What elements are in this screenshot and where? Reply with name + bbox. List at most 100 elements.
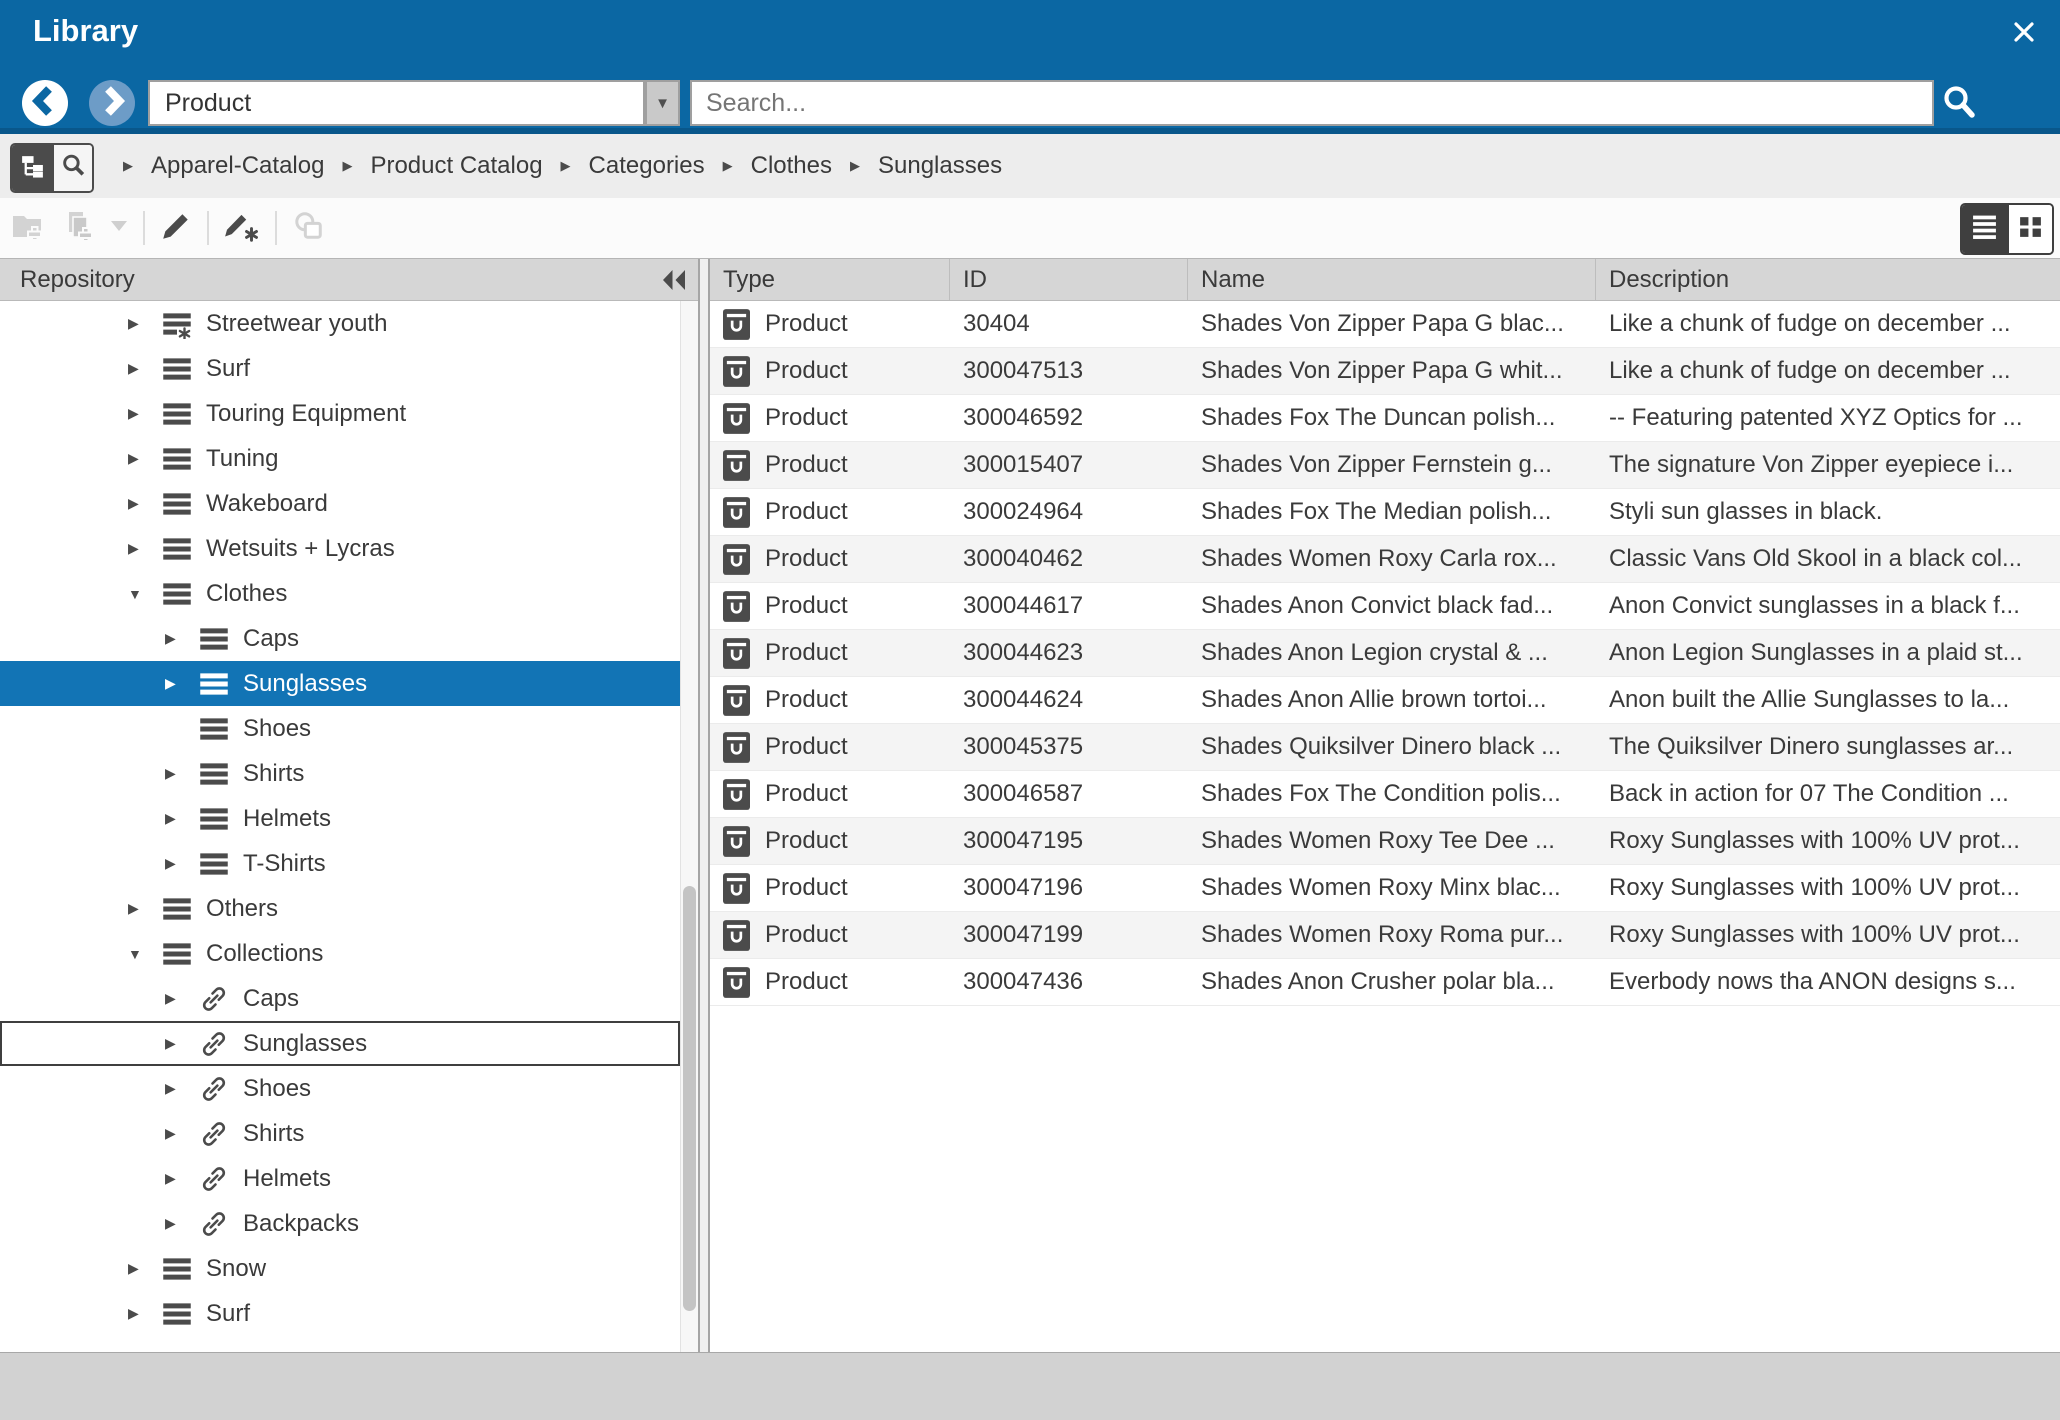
table-row[interactable]: Product300046587Shades Fox The Condition… bbox=[710, 771, 2060, 818]
forward-button[interactable] bbox=[89, 80, 135, 126]
list-view-button[interactable] bbox=[1962, 205, 2007, 253]
table-row[interactable]: Product300047196Shades Women Roxy Minx b… bbox=[710, 865, 2060, 912]
tree-item-touring-equipment[interactable]: ▶Touring Equipment bbox=[0, 391, 680, 436]
document-type-filter-value[interactable]: Product bbox=[148, 80, 645, 126]
table-row[interactable]: Product300044617Shades Anon Convict blac… bbox=[710, 583, 2060, 630]
back-button[interactable] bbox=[22, 80, 68, 126]
tree-item-others[interactable]: ▶Others bbox=[0, 886, 680, 931]
breadcrumb-item[interactable]: Product Catalog bbox=[370, 152, 542, 180]
tree-item-helmets[interactable]: ▶Helmets bbox=[0, 1156, 680, 1201]
tree-item-label: Snow bbox=[206, 1255, 266, 1283]
expand-arrow-icon[interactable]: ▶ bbox=[165, 1080, 199, 1097]
tree-item-label: Caps bbox=[243, 985, 299, 1013]
table-row[interactable]: Product300047195Shades Women Roxy Tee De… bbox=[710, 818, 2060, 865]
table-row[interactable]: Product300044623Shades Anon Legion cryst… bbox=[710, 630, 2060, 677]
expand-arrow-icon[interactable]: ▶ bbox=[165, 765, 199, 782]
tree-item-label: Shirts bbox=[243, 760, 304, 788]
expand-arrow-icon[interactable]: ▶ bbox=[165, 630, 199, 647]
expand-arrow-icon[interactable]: ▶ bbox=[128, 900, 162, 917]
expand-arrow-icon[interactable]: ▶ bbox=[165, 1170, 199, 1187]
edit-button[interactable] bbox=[158, 210, 194, 246]
tree-scrollbar[interactable] bbox=[680, 301, 698, 1352]
expand-arrow-icon[interactable]: ▶ bbox=[128, 315, 162, 332]
breadcrumb-separator-icon: ▶ bbox=[123, 158, 133, 174]
tree-item-sunglasses[interactable]: ▶Sunglasses bbox=[0, 1021, 680, 1066]
collapse-panel-button[interactable] bbox=[662, 269, 686, 298]
create-content-button[interactable] bbox=[222, 210, 262, 246]
tree-view-toggle-button[interactable] bbox=[12, 145, 52, 191]
chevron-down-icon bbox=[109, 219, 129, 238]
expand-arrow-icon[interactable]: ▶ bbox=[128, 360, 162, 377]
tree-item-t-shirts[interactable]: ▶T-Shirts bbox=[0, 841, 680, 886]
table-row[interactable]: Product300015407Shades Von Zipper Fernst… bbox=[710, 442, 2060, 489]
tree-item-shoes[interactable]: ▶Shoes bbox=[0, 1066, 680, 1111]
column-header-description[interactable]: Description bbox=[1596, 259, 2060, 300]
tree-item-streetwear-youth[interactable]: ▶Streetwear youth bbox=[0, 301, 680, 346]
tree-item-wakeboard[interactable]: ▶Wakeboard bbox=[0, 481, 680, 526]
cell-type-label: Product bbox=[765, 545, 848, 573]
expand-arrow-icon[interactable]: ▶ bbox=[128, 1305, 162, 1322]
collapse-arrow-icon[interactable]: ▼ bbox=[128, 586, 162, 602]
column-header-name[interactable]: Name bbox=[1188, 259, 1596, 300]
column-header-type[interactable]: Type bbox=[710, 259, 950, 300]
document-type-filter-dropdown-button[interactable]: ▼ bbox=[645, 80, 680, 126]
tree-item-backpacks[interactable]: ▶Backpacks bbox=[0, 1201, 680, 1246]
expand-arrow-icon[interactable]: ▶ bbox=[165, 1215, 199, 1232]
tree-item-caps[interactable]: ▶Caps bbox=[0, 616, 680, 661]
search-input[interactable] bbox=[690, 80, 1934, 126]
link-icon bbox=[199, 984, 229, 1014]
panel-splitter[interactable] bbox=[700, 259, 710, 1352]
tree-item-wetsuits-lycras[interactable]: ▶Wetsuits + Lycras bbox=[0, 526, 680, 571]
tree-item-surf[interactable]: ▶Surf bbox=[0, 346, 680, 391]
breadcrumb-item[interactable]: Sunglasses bbox=[878, 152, 1002, 180]
tree-item-shirts[interactable]: ▶ Shirts bbox=[0, 751, 680, 796]
tree-item-sunglasses[interactable]: ▶Sunglasses bbox=[0, 661, 680, 706]
cell-description: Classic Vans Old Skool in a black col... bbox=[1596, 536, 2060, 582]
table-row[interactable]: Product300040462Shades Women Roxy Carla … bbox=[710, 536, 2060, 583]
table-row[interactable]: Product300047513Shades Von Zipper Papa G… bbox=[710, 348, 2060, 395]
tree-item-shirts[interactable]: ▶Shirts bbox=[0, 1111, 680, 1156]
expand-arrow-icon[interactable]: ▶ bbox=[165, 855, 199, 872]
search-view-toggle-button[interactable] bbox=[52, 145, 92, 191]
product-type-icon bbox=[723, 356, 750, 387]
expand-arrow-icon[interactable]: ▶ bbox=[165, 1035, 199, 1052]
tree-item-surf[interactable]: ▶Surf bbox=[0, 1291, 680, 1336]
thumbnail-view-button[interactable] bbox=[2007, 205, 2052, 253]
cell-description: Everbody nows tha ANON designs s... bbox=[1596, 959, 2060, 1005]
tree-item-snow[interactable]: ▶ Snow bbox=[0, 1246, 680, 1291]
table-row[interactable]: Product300044624Shades Anon Allie brown … bbox=[710, 677, 2060, 724]
tree-item-collections[interactable]: ▼Collections bbox=[0, 931, 680, 976]
table-body: Product30404Shades Von Zipper Papa G bla… bbox=[710, 301, 2060, 1006]
expand-arrow-icon[interactable]: ▶ bbox=[165, 675, 199, 692]
repository-panel-header: Repository bbox=[0, 259, 698, 301]
tree-scrollbar-thumb[interactable] bbox=[683, 886, 696, 1311]
expand-arrow-icon[interactable]: ▶ bbox=[165, 810, 199, 827]
table-row[interactable]: Product300024964Shades Fox The Median po… bbox=[710, 489, 2060, 536]
table-row[interactable]: Product300047199Shades Women Roxy Roma p… bbox=[710, 912, 2060, 959]
column-header-id[interactable]: ID bbox=[950, 259, 1188, 300]
expand-arrow-icon[interactable]: ▶ bbox=[128, 450, 162, 467]
table-header: TypeIDNameDescription bbox=[710, 259, 2060, 301]
breadcrumb-item[interactable]: Clothes bbox=[751, 152, 832, 180]
expand-arrow-icon[interactable]: ▶ bbox=[128, 495, 162, 512]
table-row[interactable]: Product300046592Shades Fox The Duncan po… bbox=[710, 395, 2060, 442]
table-row[interactable]: Product30404Shades Von Zipper Papa G bla… bbox=[710, 301, 2060, 348]
tree-item-caps[interactable]: ▶ Caps bbox=[0, 976, 680, 1021]
tree-item-helmets[interactable]: ▶Helmets bbox=[0, 796, 680, 841]
expand-arrow-icon[interactable]: ▶ bbox=[128, 1260, 162, 1277]
tree-item-tuning[interactable]: ▶Tuning bbox=[0, 436, 680, 481]
tree-item-clothes[interactable]: ▼Clothes bbox=[0, 571, 680, 616]
expand-arrow-icon[interactable]: ▶ bbox=[128, 540, 162, 557]
table-row[interactable]: Product300047436Shades Anon Crusher pola… bbox=[710, 959, 2060, 1006]
breadcrumb-item[interactable]: Apparel-Catalog bbox=[151, 152, 324, 180]
search-button[interactable] bbox=[1940, 83, 1980, 123]
expand-arrow-icon[interactable]: ▶ bbox=[165, 990, 199, 1007]
tree-item-shoes[interactable]: Shoes bbox=[0, 706, 680, 751]
table-row[interactable]: Product300045375Shades Quiksilver Dinero… bbox=[710, 724, 2060, 771]
breadcrumb-item[interactable]: Categories bbox=[589, 152, 705, 180]
collapse-arrow-icon[interactable]: ▼ bbox=[128, 946, 162, 962]
stamp-icon bbox=[292, 210, 324, 247]
expand-arrow-icon[interactable]: ▶ bbox=[165, 1125, 199, 1142]
close-button[interactable] bbox=[2002, 12, 2046, 56]
expand-arrow-icon[interactable]: ▶ bbox=[128, 405, 162, 422]
